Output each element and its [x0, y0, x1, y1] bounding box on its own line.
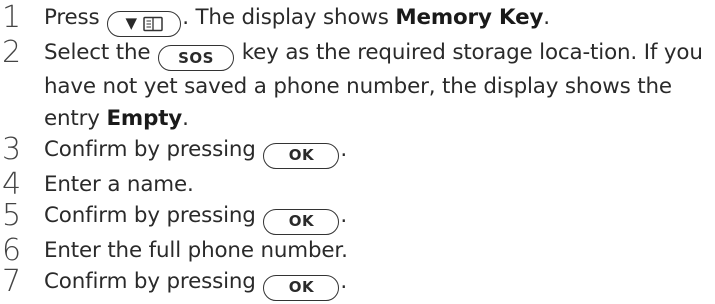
step-5: 5 Confirm by pressing OK. — [2, 200, 710, 235]
ok-key: OK — [263, 208, 340, 235]
step-text: Select the SOS key as the required stora… — [44, 39, 703, 131]
down-arrow-icon: ▼ — [125, 14, 138, 32]
step-number: 2 — [2, 34, 22, 70]
step-2: 2 Select the SOS key as the required sto… — [2, 37, 710, 135]
step-number: 3 — [2, 132, 22, 168]
step-number: 1 — [2, 0, 22, 35]
phonebook-icon — [143, 16, 163, 31]
step-7: 7 Confirm by pressing OK. — [2, 266, 710, 301]
menu-phonebook-key: ▼ — [107, 10, 182, 37]
step-4: 4 Enter a name. — [2, 169, 710, 200]
sos-key: SOS — [158, 45, 235, 72]
step-1: 1 Press ▼. The display shows Memory Key. — [2, 2, 710, 37]
ok-key: OK — [263, 274, 340, 301]
step-number: 6 — [2, 232, 22, 268]
step-3: 3 Confirm by pressing OK. — [2, 134, 710, 169]
display-text: Memory Key — [395, 5, 544, 30]
instruction-list: 1 Press ▼. The display shows Memory Key.… — [2, 2, 710, 301]
step-number: 5 — [2, 198, 22, 234]
step-text: Confirm by pressing OK. — [44, 134, 710, 169]
step-6: 6 Enter the full phone number. — [2, 235, 710, 266]
step-number: 4 — [2, 166, 22, 202]
step-number: 7 — [2, 264, 22, 300]
step-text: Press ▼. The display shows Memory Key. — [44, 2, 710, 37]
step-text: Confirm by pressing OK. — [44, 266, 710, 301]
step-text: Enter the full phone number. — [44, 237, 348, 263]
step-text: Enter a name. — [44, 171, 194, 197]
display-text: Empty — [106, 105, 183, 131]
step-text: Confirm by pressing OK. — [44, 200, 710, 235]
ok-key: OK — [263, 142, 340, 169]
